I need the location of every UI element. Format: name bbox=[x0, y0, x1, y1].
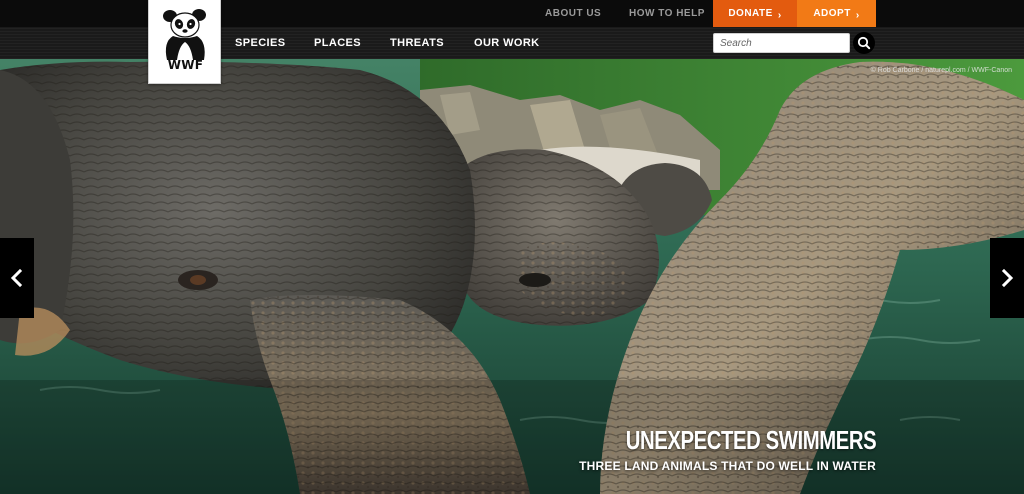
chevron-right-icon: › bbox=[855, 10, 860, 21]
panda-icon bbox=[163, 9, 206, 60]
how-to-help-link[interactable]: HOW TO HELP bbox=[629, 8, 705, 19]
nav-item-threats[interactable]: THREATS bbox=[390, 37, 444, 49]
search-input[interactable] bbox=[713, 33, 850, 53]
search-icon bbox=[857, 36, 871, 50]
hero-subtitle[interactable]: THREE LAND ANIMALS THAT DO WELL IN WATER bbox=[579, 459, 876, 473]
search-button[interactable] bbox=[853, 32, 875, 54]
nav-item-places[interactable]: PLACES bbox=[314, 37, 361, 49]
nav-item-species[interactable]: SPECIES bbox=[235, 37, 286, 49]
donate-label: DONATE bbox=[728, 8, 773, 19]
adopt-label: ADOPT bbox=[813, 8, 851, 19]
adopt-button[interactable]: ADOPT › bbox=[797, 0, 876, 27]
logo-text: WWF bbox=[167, 58, 204, 72]
wwf-logo[interactable]: WWF bbox=[148, 0, 221, 84]
nav-item-our-work[interactable]: OUR WORK bbox=[474, 37, 540, 49]
about-us-link[interactable]: ABOUT US bbox=[545, 8, 601, 19]
chevron-left-icon bbox=[10, 268, 23, 288]
hero-title[interactable]: UNEXPECTED SWIMMERS bbox=[625, 425, 876, 456]
chevron-right-icon bbox=[1001, 268, 1014, 288]
photo-credit: © Rob Carbone / naturepl.com / WWF-Canon bbox=[870, 67, 1012, 74]
donate-button[interactable]: DONATE › bbox=[713, 0, 797, 27]
chevron-right-icon: › bbox=[777, 10, 782, 21]
carousel-next-button[interactable] bbox=[990, 238, 1024, 318]
carousel-prev-button[interactable] bbox=[0, 238, 34, 318]
page: ABOUT US HOW TO HELP DONATE › ADOPT › SP… bbox=[0, 0, 1024, 494]
